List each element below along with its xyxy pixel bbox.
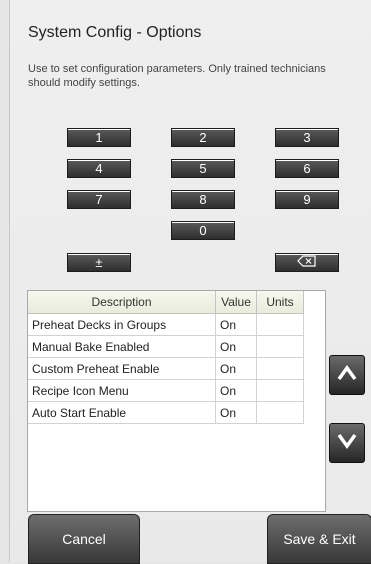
column-header-description: Description — [28, 291, 216, 314]
key-7[interactable]: 7 — [67, 190, 131, 209]
table-header-row: Description Value Units — [28, 291, 304, 314]
key-2[interactable]: 2 — [171, 128, 235, 147]
row-units — [256, 379, 304, 402]
chevron-down-icon — [337, 433, 357, 454]
key-8[interactable]: 8 — [171, 190, 235, 209]
row-value[interactable]: On — [215, 335, 257, 358]
chevron-up-icon — [337, 364, 357, 386]
backspace-key[interactable] — [275, 253, 339, 272]
plus-minus-key[interactable]: ± — [67, 253, 131, 272]
scroll-down-button[interactable] — [329, 423, 365, 463]
screen-panel: System Config - Options Use to set confi… — [9, 0, 371, 564]
row-units — [256, 313, 304, 336]
backspace-icon — [297, 254, 317, 271]
row-value[interactable]: On — [215, 357, 257, 380]
table-row[interactable]: Auto Start Enable On — [28, 401, 304, 424]
page-title: System Config - Options — [28, 24, 202, 41]
column-header-value: Value — [215, 291, 257, 314]
instruction-line-2: should modify settings. — [28, 77, 140, 89]
key-9[interactable]: 9 — [275, 190, 339, 209]
key-3[interactable]: 3 — [275, 128, 339, 147]
row-value[interactable]: On — [215, 313, 257, 336]
key-1[interactable]: 1 — [67, 128, 131, 147]
row-units — [256, 401, 304, 424]
row-description: Recipe Icon Menu — [28, 379, 216, 402]
key-0[interactable]: 0 — [171, 221, 235, 240]
table-row[interactable]: Recipe Icon Menu On — [28, 379, 304, 402]
table-row[interactable]: Custom Preheat Enable On — [28, 357, 304, 380]
row-value[interactable]: On — [215, 379, 257, 402]
row-units — [256, 357, 304, 380]
table-row[interactable]: Manual Bake Enabled On — [28, 335, 304, 358]
table-row[interactable]: Preheat Decks in Groups On — [28, 313, 304, 336]
scroll-up-button[interactable] — [329, 355, 365, 395]
instruction-line-1: Use to set configuration parameters. Onl… — [28, 63, 326, 75]
row-value[interactable]: On — [215, 401, 257, 424]
key-6[interactable]: 6 — [275, 159, 339, 178]
column-header-units: Units — [256, 291, 304, 314]
row-description: Custom Preheat Enable — [28, 357, 216, 380]
row-description: Preheat Decks in Groups — [28, 313, 216, 336]
key-5[interactable]: 5 — [171, 159, 235, 178]
settings-table: Description Value Units Preheat Decks in… — [27, 290, 326, 512]
key-4[interactable]: 4 — [67, 159, 131, 178]
row-units — [256, 335, 304, 358]
cancel-button[interactable]: Cancel — [28, 514, 140, 564]
row-description: Auto Start Enable — [28, 401, 216, 424]
instruction-text: Use to set configuration parameters. Onl… — [28, 62, 371, 90]
save-exit-button[interactable]: Save & Exit — [267, 514, 371, 564]
row-description: Manual Bake Enabled — [28, 335, 216, 358]
